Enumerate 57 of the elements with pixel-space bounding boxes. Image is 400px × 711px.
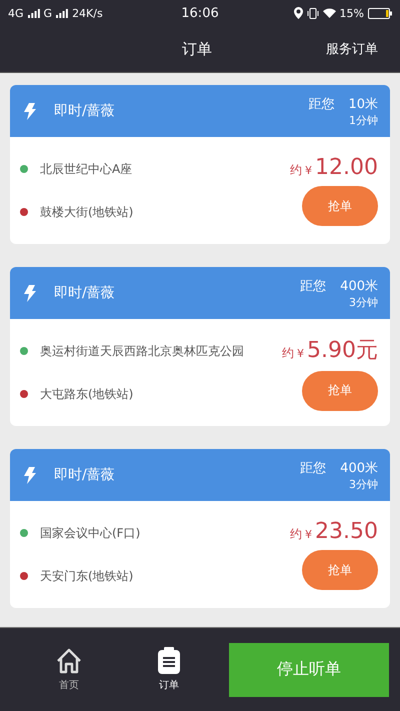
price-amount: 12.00 — [315, 155, 378, 180]
eta-label: 1分钟 — [349, 112, 378, 128]
dropoff-address: 大屯路东(地铁站) — [40, 386, 134, 402]
price-amount: 5.90元 — [307, 336, 378, 364]
pickup-address: 奥运村街道天辰西路北京奥林匹克公园 — [40, 342, 244, 360]
vibrate-icon — [306, 8, 319, 18]
service-orders-link[interactable]: 服务订单 — [326, 40, 378, 58]
battery-icon — [368, 8, 392, 18]
home-icon — [55, 647, 83, 675]
clipboard-icon — [157, 647, 181, 675]
pickup-dot — [20, 347, 28, 355]
currency-symbol: ¥ — [297, 346, 304, 360]
grab-order-button[interactable]: 抢单 — [302, 370, 378, 410]
eta-label: 3分钟 — [349, 294, 378, 310]
wifi-icon — [322, 8, 336, 18]
dropoff-address: 鼓楼大街(地铁站) — [40, 204, 134, 220]
price-prefix: 约 — [282, 344, 294, 362]
page-title: 订单 — [182, 40, 212, 58]
dropoff-address: 天安门东(地铁站) — [40, 568, 134, 584]
grab-order-button[interactable]: 抢单 — [302, 550, 378, 590]
order-type: 即时/蔷薇 — [54, 102, 115, 120]
pickup-dot — [20, 165, 28, 173]
network-label: G — [44, 6, 52, 20]
signal-icon — [56, 8, 68, 18]
eta-label: 3分钟 — [349, 476, 378, 492]
clock: 16:06 — [181, 6, 219, 20]
distance-value: 400米 — [340, 460, 378, 476]
tab-item[interactable]: 首页 — [32, 647, 106, 692]
lightning-icon — [24, 102, 36, 120]
distance-label: 距您 — [300, 278, 326, 294]
network-label: 4G — [8, 6, 24, 20]
location-icon — [294, 7, 303, 19]
speed-label: 24K/s — [72, 6, 103, 20]
lightning-icon — [24, 284, 36, 302]
distance-label: 距您 — [308, 96, 334, 112]
distance-value: 400米 — [340, 278, 378, 294]
price-amount: 23.50 — [315, 519, 378, 544]
lightning-icon — [24, 466, 36, 484]
signal-icon — [28, 8, 40, 18]
order-type: 即时/蔷薇 — [54, 284, 115, 302]
dropoff-dot — [20, 208, 28, 216]
pickup-address: 北辰世纪中心A座 — [40, 160, 132, 178]
price-prefix: 约 — [290, 162, 302, 179]
distance-value: 10米 — [348, 96, 378, 112]
dropoff-dot — [20, 572, 28, 580]
tab-item[interactable]: 订单 — [132, 647, 206, 692]
distance-label: 距您 — [300, 460, 326, 476]
currency-symbol: ¥ — [305, 528, 312, 541]
order-type: 即时/蔷薇 — [54, 466, 115, 484]
dropoff-dot — [20, 390, 28, 398]
pickup-dot — [20, 529, 28, 537]
pickup-address: 国家会议中心(F口) — [40, 524, 140, 542]
price-prefix: 约 — [290, 526, 302, 543]
currency-symbol: ¥ — [305, 164, 312, 177]
grab-order-button[interactable]: 抢单 — [302, 186, 378, 226]
stop-listening-button[interactable]: 停止听单 — [229, 642, 389, 696]
battery-percent: 15% — [340, 6, 364, 20]
